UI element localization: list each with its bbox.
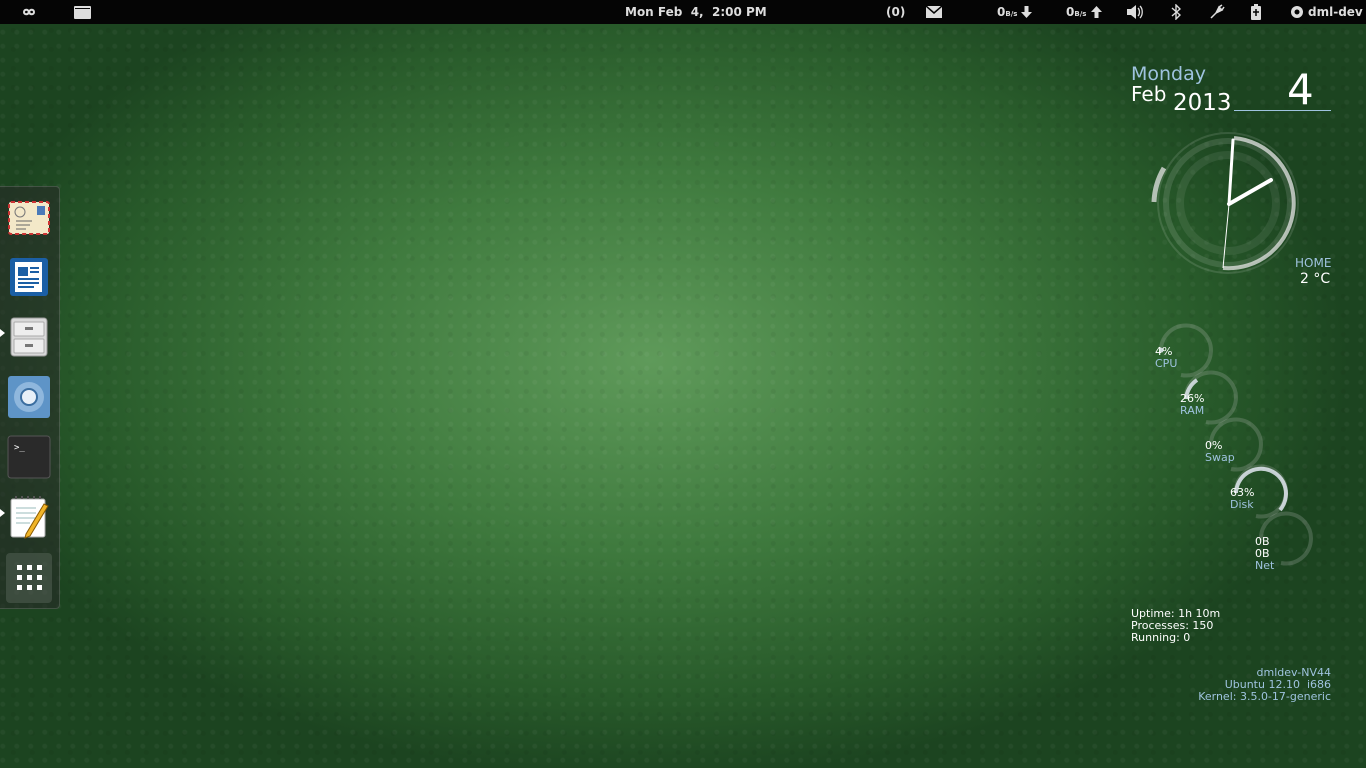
swap-label: Swap xyxy=(1205,451,1235,464)
cpu-label: CPU xyxy=(1155,357,1178,370)
battery-icon[interactable] xyxy=(1251,4,1261,23)
top-panel: Mon Feb 4, 2:00 PM (0) 0B/s 0B/s dml-dev xyxy=(0,0,1366,24)
conky-year: 2013 xyxy=(1173,90,1232,116)
user-session-icon[interactable] xyxy=(1290,5,1304,22)
running-text: Running: 0 xyxy=(1131,631,1191,644)
svg-text:>_: >_ xyxy=(14,443,25,453)
mail-app-icon[interactable] xyxy=(6,194,52,240)
mail-count[interactable]: (0) xyxy=(886,0,905,24)
arrow-down-icon xyxy=(1021,6,1032,21)
arrow-up-icon xyxy=(1091,6,1102,21)
bluetooth-icon[interactable] xyxy=(1171,3,1182,23)
chromium-app-icon[interactable] xyxy=(6,374,52,420)
disk-label: Disk xyxy=(1230,498,1254,511)
files-app-icon[interactable] xyxy=(6,314,52,360)
folder-icon[interactable] xyxy=(74,5,91,22)
username-label[interactable]: dml-dev xyxy=(1308,0,1363,24)
ram-label: RAM xyxy=(1180,404,1205,417)
running-indicator xyxy=(0,509,5,517)
net-down-indicator[interactable]: 0B/s xyxy=(997,0,1017,24)
network-plug-icon[interactable] xyxy=(1209,4,1225,23)
running-indicator xyxy=(0,329,5,337)
conky-date-underline xyxy=(1234,110,1331,111)
volume-icon[interactable] xyxy=(1127,5,1144,22)
clock-datetime[interactable]: Mon Feb 4, 2:00 PM xyxy=(625,0,767,24)
system-info-block: dmldev-NV44 Ubuntu 12.10 i686 Kernel: 3.… xyxy=(1198,667,1331,703)
conky-date: 4 xyxy=(1287,65,1314,114)
launcher-dock: >_ xyxy=(0,186,60,609)
apps-grid-icon[interactable] xyxy=(6,553,52,603)
terminal-app-icon[interactable]: >_ xyxy=(6,434,52,480)
conky-analog-clock xyxy=(1151,132,1299,274)
infinity-logo-icon[interactable] xyxy=(18,5,40,22)
conky-month: Feb xyxy=(1131,82,1167,106)
weather-temperature: 2 °C xyxy=(1300,271,1331,287)
kernel-text: Kernel: 3.5.0-17-generic xyxy=(1198,690,1331,703)
weather-location: HOME xyxy=(1295,256,1332,270)
mail-envelope-icon[interactable] xyxy=(925,5,943,21)
net-up-indicator[interactable]: 0B/s xyxy=(1066,0,1086,24)
net-label: Net xyxy=(1255,559,1275,572)
writer-app-icon[interactable] xyxy=(6,254,52,300)
text-editor-app-icon[interactable] xyxy=(6,494,52,540)
